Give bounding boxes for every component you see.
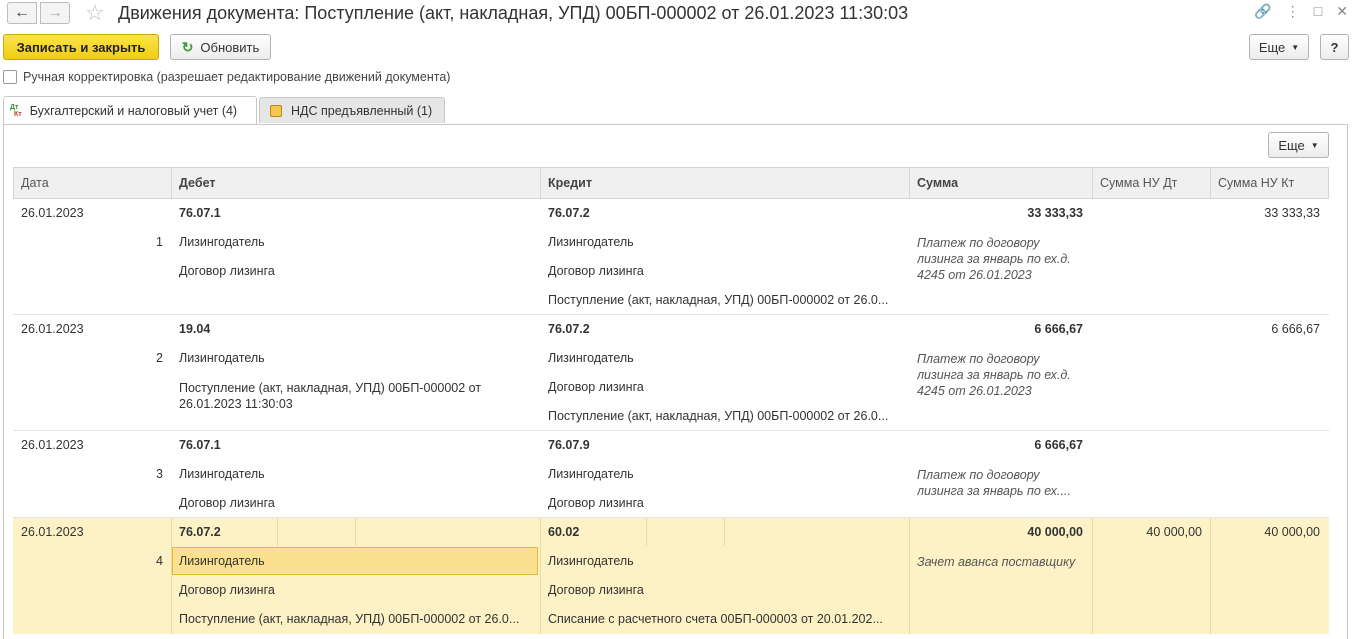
column-divider <box>646 518 647 546</box>
credit-subconto: Договор лизинга <box>548 496 644 510</box>
table-header: Дата Дебет Кредит Сумма Сумма НУ Дт Сумм… <box>13 167 1329 199</box>
credit-account: 76.07.9 <box>548 438 590 452</box>
table-more-button[interactable]: Еще ▼ <box>1268 132 1329 158</box>
close-icon[interactable]: ✕ <box>1336 3 1348 20</box>
column-header-amount-nu-dt[interactable]: Сумма НУ Дт <box>1093 168 1211 198</box>
credit-subconto: Договор лизинга <box>548 380 644 394</box>
toolbar: Записать и закрыть ↻ Обновить Еще ▼ ? <box>0 34 1356 62</box>
entry-comment: Платеж по договору лизинга за январь по … <box>917 468 1071 498</box>
credit-subconto: Договор лизинга <box>548 264 644 278</box>
help-button[interactable]: ? <box>1320 34 1349 60</box>
column-divider <box>277 518 278 546</box>
window-title: Движения документа: Поступление (акт, на… <box>118 3 909 23</box>
column-header-amount-nu-kt[interactable]: Сумма НУ Кт <box>1211 168 1329 198</box>
chevron-down-icon: ▼ <box>1291 42 1300 52</box>
debit-account: 76.07.1 <box>179 206 221 220</box>
row-divider <box>13 430 1329 431</box>
credit-account: 76.07.2 <box>548 322 590 336</box>
debit-subconto[interactable]: Лизингодатель <box>179 554 265 568</box>
credit-subconto: Лизингодатель <box>548 351 634 365</box>
tab-accounting[interactable]: Дт Кт Бухгалтерский и налоговый учет (4) <box>3 96 257 125</box>
row-divider <box>13 314 1329 315</box>
column-header-credit[interactable]: Кредит <box>541 168 910 198</box>
row-date: 26.01.2023 <box>21 525 84 539</box>
amount-nu-kt: 6 666,67 <box>1271 322 1320 336</box>
column-divider <box>171 518 172 634</box>
tab-vat-label: НДС предъявленный (1) <box>291 103 433 118</box>
row-date: 26.01.2023 <box>21 322 84 336</box>
credit-subconto: Лизингодатель <box>548 235 634 249</box>
column-header-debit[interactable]: Дебет <box>172 168 541 198</box>
tab-vat[interactable]: НДС предъявленный (1) <box>259 97 445 123</box>
row-date: 26.01.2023 <box>21 438 84 452</box>
vat-register-icon <box>270 104 282 117</box>
debit-account: 76.07.1 <box>179 438 221 452</box>
credit-subconto: Договор лизинга <box>548 583 644 597</box>
credit-subconto: Лизингодатель <box>548 554 634 568</box>
row-date: 26.01.2023 <box>21 206 84 220</box>
column-header-date[interactable]: Дата <box>14 168 172 198</box>
debit-subconto: Лизингодатель <box>179 351 265 365</box>
manual-correction-checkbox[interactable] <box>3 70 17 84</box>
column-header-amount[interactable]: Сумма <box>910 168 1093 198</box>
maximize-icon[interactable]: □ <box>1314 3 1322 20</box>
entry-comment: Платеж по договору лизинга за январь по … <box>917 236 1071 282</box>
amount-nu-kt: 33 333,33 <box>1264 206 1320 220</box>
column-divider <box>540 518 541 634</box>
amount: 33 333,33 <box>1027 206 1083 220</box>
title-bar: ← → ☆ Движения документа: Поступление (а… <box>0 0 1356 28</box>
save-and-close-button[interactable]: Записать и закрыть <box>3 34 159 60</box>
debit-subconto: Договор лизинга <box>179 264 275 278</box>
debit-subconto: Договор лизинга <box>179 583 275 597</box>
credit-account: 76.07.2 <box>548 206 590 220</box>
more-button[interactable]: Еще ▼ <box>1249 34 1309 60</box>
tab-accounting-label: Бухгалтерский и налоговый учет (4) <box>29 104 238 118</box>
row-number: 1 <box>156 235 163 249</box>
amount-nu-dt: 40 000,00 <box>1146 525 1202 539</box>
chevron-down-icon: ▼ <box>1310 140 1319 150</box>
amount: 6 666,67 <box>1034 322 1083 336</box>
row-number: 3 <box>156 467 163 481</box>
dt-kt-icon: Дт Кт <box>10 104 22 118</box>
column-divider <box>724 518 725 546</box>
credit-subconto: Поступление (акт, накладная, УПД) 00БП-0… <box>548 409 889 423</box>
row-number: 2 <box>156 351 163 365</box>
row-number: 4 <box>156 554 163 568</box>
manual-correction-row[interactable]: Ручная корректировка (разрешает редактир… <box>3 70 450 84</box>
entry-comment: Платеж по договору лизинга за январь по … <box>917 352 1071 398</box>
manual-correction-label: Ручная корректировка (разрешает редактир… <box>23 70 451 84</box>
back-button[interactable]: ← <box>7 2 37 24</box>
debit-account: 19.04 <box>179 322 211 336</box>
more-label: Еще <box>1258 39 1286 55</box>
credit-subconto: Списание с расчетного счета 00БП-000003 … <box>548 612 883 626</box>
refresh-label: Обновить <box>200 39 260 55</box>
credit-subconto: Лизингодатель <box>548 467 634 481</box>
debit-subconto: Поступление (акт, накладная, УПД) 00БП-0… <box>179 612 520 626</box>
refresh-button[interactable]: ↻ Обновить <box>170 34 271 60</box>
debit-subconto: Поступление (акт, накладная, УПД) 00БП-0… <box>179 381 482 411</box>
amount: 40 000,00 <box>1027 525 1083 539</box>
refresh-icon: ↻ <box>181 38 194 55</box>
amount-nu-kt: 40 000,00 <box>1264 525 1320 539</box>
debit-subconto: Лизингодатель <box>179 467 265 481</box>
column-divider <box>355 518 356 546</box>
amount: 6 666,67 <box>1034 438 1083 452</box>
star-icon[interactable]: ☆ <box>85 0 105 26</box>
credit-account: 60.02 <box>548 525 580 539</box>
table-more-label: Еще <box>1278 137 1305 153</box>
debit-subconto: Договор лизинга <box>179 496 275 510</box>
arrow-right-icon: → <box>47 4 63 21</box>
forward-button[interactable]: → <box>40 2 70 24</box>
credit-subconto: Поступление (акт, накладная, УПД) 00БП-0… <box>548 293 889 307</box>
link-icon[interactable]: 🔗 <box>1254 3 1271 20</box>
entry-comment: Зачет аванса поставщику <box>917 555 1076 569</box>
debit-account: 76.07.2 <box>179 525 221 539</box>
debit-subconto: Лизингодатель <box>179 235 265 249</box>
more-vertical-icon[interactable]: ⋮ <box>1286 3 1300 20</box>
arrow-left-icon: ← <box>14 4 30 21</box>
